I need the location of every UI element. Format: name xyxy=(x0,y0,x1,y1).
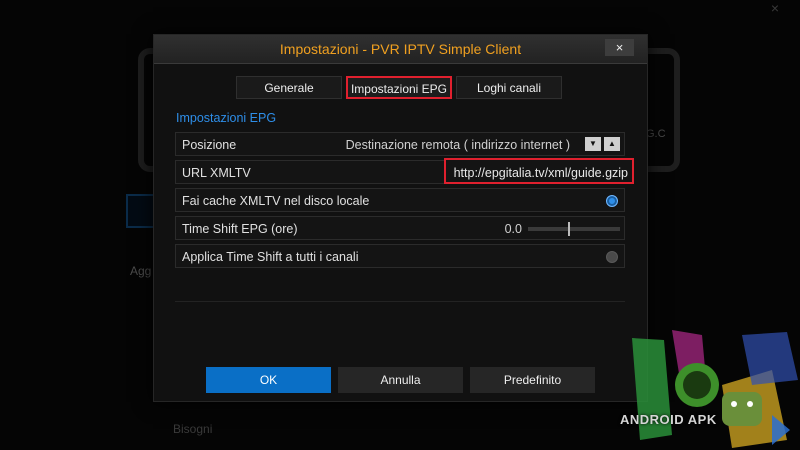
settings-dialog: Impostazioni - PVR IPTV Simple Client × … xyxy=(153,34,648,402)
tab-generale[interactable]: Generale xyxy=(236,76,342,99)
ok-button[interactable]: OK xyxy=(206,367,331,393)
time-shift-slider-handle[interactable] xyxy=(568,222,570,236)
cache-toggle[interactable] xyxy=(606,195,618,207)
setting-cache-xmltv[interactable]: Fai cache XMLTV nel disco locale xyxy=(175,188,625,212)
default-button[interactable]: Predefinito xyxy=(470,367,595,393)
spin-down-icon[interactable]: ▼ xyxy=(585,137,601,151)
setting-position[interactable]: Posizione Destinazione remota ( indirizz… xyxy=(175,132,625,156)
xmltv-url-field[interactable]: http://epgitalia.tv/xml/guide.gzip xyxy=(443,158,634,184)
divider xyxy=(175,301,625,302)
background-close-icon: × xyxy=(770,0,780,16)
background-label: Bisogni xyxy=(173,422,213,436)
setting-time-shift[interactable]: Time Shift EPG (ore) 0.0 xyxy=(175,216,625,240)
dialog-title: Impostazioni - PVR IPTV Simple Client xyxy=(279,41,522,57)
position-spinner: ▼ ▲ xyxy=(582,137,620,151)
setting-apply-time-shift[interactable]: Applica Time Shift a tutti i canali xyxy=(175,244,625,268)
dialog-titlebar: Impostazioni - PVR IPTV Simple Client × xyxy=(154,35,647,64)
watermark-text: ANDROID APK xyxy=(620,412,717,427)
background-label: Agg xyxy=(130,264,152,278)
apply-all-toggle[interactable] xyxy=(606,251,618,263)
setting-label: Time Shift EPG (ore) xyxy=(182,222,298,236)
close-button[interactable]: × xyxy=(605,39,634,56)
android-apk-logo xyxy=(632,330,798,448)
setting-xmltv-url[interactable]: URL XMLTV http://epgitalia.tv/xml/guide.… xyxy=(175,158,634,184)
time-shift-value: 0.0 xyxy=(504,222,522,236)
tab-bar: Generale Impostazioni EPG Loghi canali xyxy=(236,76,566,99)
background-panel-text: G.C xyxy=(646,128,666,140)
setting-label: Fai cache XMLTV nel disco locale xyxy=(182,194,370,208)
spin-up-icon[interactable]: ▲ xyxy=(604,137,620,151)
dialog-buttons: OK Annulla Predefinito xyxy=(206,367,602,393)
section-title: Impostazioni EPG xyxy=(176,111,277,125)
settings-list: Posizione Destinazione remota ( indirizz… xyxy=(175,132,634,272)
setting-label: Applica Time Shift a tutti i canali xyxy=(182,250,359,264)
position-value: Destinazione remota ( indirizzo internet… xyxy=(345,138,570,152)
tab-impostazioni-epg[interactable]: Impostazioni EPG xyxy=(346,76,452,99)
setting-label: Posizione xyxy=(182,138,237,152)
tab-loghi-canali[interactable]: Loghi canali xyxy=(456,76,562,99)
setting-label: URL XMLTV xyxy=(182,166,251,180)
time-shift-slider[interactable] xyxy=(528,227,620,231)
cancel-button[interactable]: Annulla xyxy=(338,367,463,393)
